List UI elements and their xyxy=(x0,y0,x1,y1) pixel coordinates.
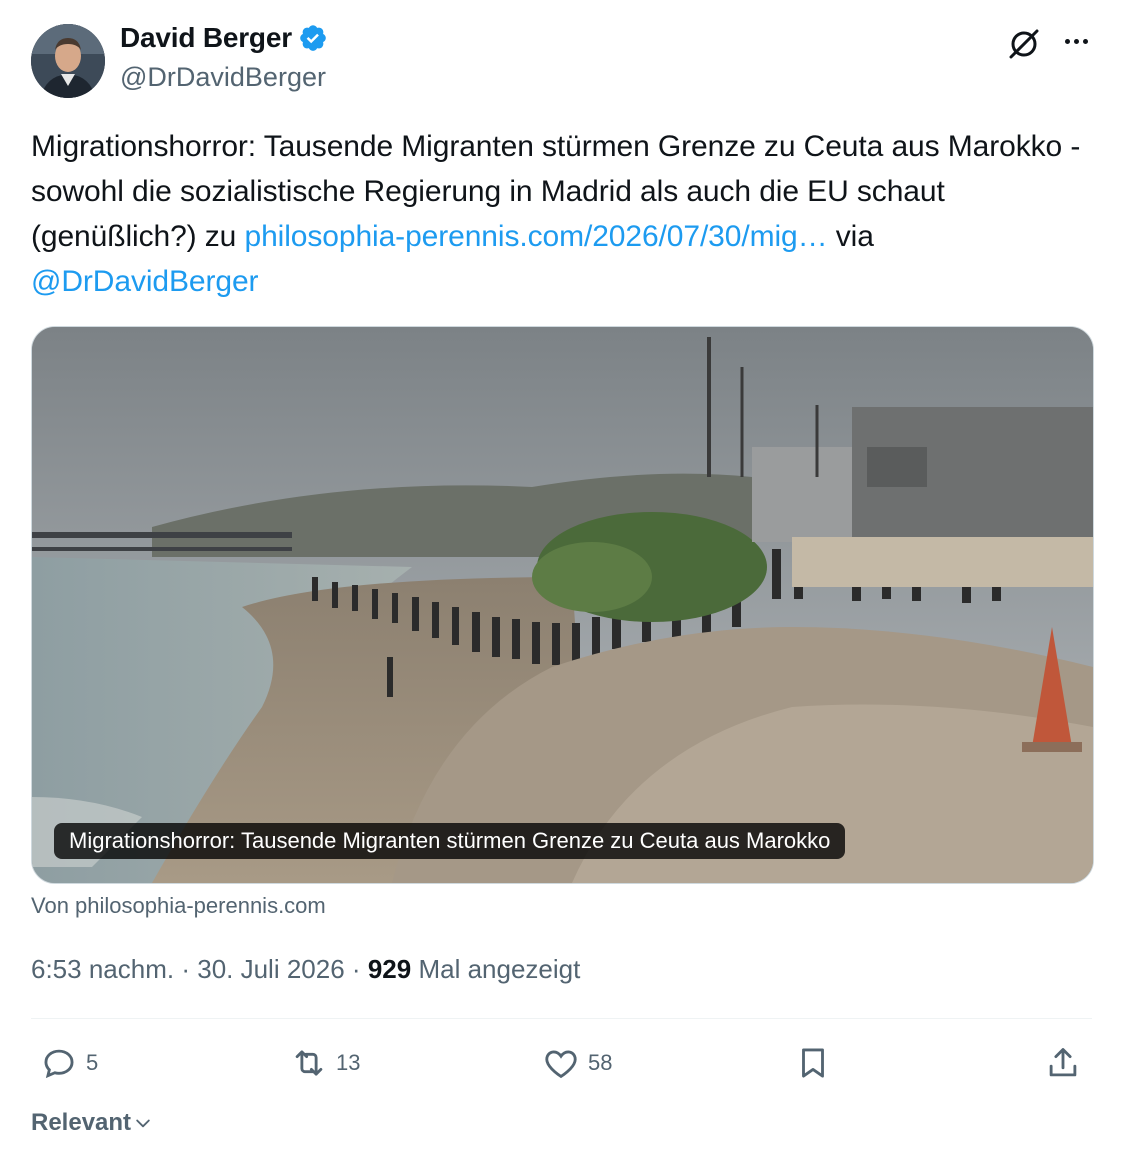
tweet-date[interactable]: 30. Juli 2026 xyxy=(197,954,344,984)
media-source[interactable]: Von philosophia-perennis.com xyxy=(31,893,326,919)
share-icon xyxy=(1049,1048,1077,1077)
reply-icon xyxy=(44,1049,74,1079)
share-button[interactable] xyxy=(1044,1044,1082,1082)
reply-count: 5 xyxy=(86,1050,99,1075)
tweet-text-via: via xyxy=(827,220,874,253)
reply-button[interactable]: 5 xyxy=(40,1044,98,1082)
meta-separator: · xyxy=(181,954,190,984)
sort-replies-dropdown[interactable]: Relevant xyxy=(31,1109,153,1137)
like-count: 58 xyxy=(588,1050,613,1075)
retweet-button[interactable]: 13 xyxy=(290,1044,360,1082)
bookmark-button[interactable] xyxy=(794,1044,832,1082)
dot xyxy=(1064,38,1070,44)
media-card-image[interactable] xyxy=(31,326,1094,884)
chevron-down-icon xyxy=(136,1119,150,1128)
tweet-meta: 6:53 nachm. · 30. Juli 2026 · 929 Mal an… xyxy=(31,954,580,985)
tweet-text: Migrationshorror: Tausende Migranten stü… xyxy=(31,124,1096,304)
divider xyxy=(31,1018,1092,1019)
more-options-icon[interactable] xyxy=(1058,26,1094,56)
author-handle[interactable]: @DrDavidBerger xyxy=(120,62,326,93)
dot xyxy=(1073,38,1079,44)
views-count: 929 xyxy=(367,954,412,984)
views-label: Mal angezeigt xyxy=(418,954,581,984)
avatar[interactable] xyxy=(31,24,105,98)
sort-label: Relevant xyxy=(31,1109,132,1136)
media-caption: Migrationshorror: Tausende Migranten stü… xyxy=(54,823,846,859)
author-display-name[interactable]: David Berger xyxy=(120,22,292,54)
tweet-time[interactable]: 6:53 nachm. xyxy=(31,954,174,984)
retweet-count: 13 xyxy=(336,1050,361,1075)
grok-icon[interactable] xyxy=(1006,26,1042,62)
verified-badge-icon xyxy=(300,25,326,51)
author-name-row: David Berger xyxy=(120,22,328,54)
dot xyxy=(1082,38,1088,44)
beach-photo xyxy=(32,327,1093,883)
like-button[interactable]: 58 xyxy=(542,1044,612,1082)
bookmark-icon xyxy=(802,1048,824,1078)
meta-separator: · xyxy=(351,954,361,984)
retweet-icon xyxy=(295,1050,323,1076)
article-link[interactable]: philosophia-perennis.com/2026/07/30/mig… xyxy=(245,220,828,253)
heart-icon xyxy=(545,1050,577,1079)
mention-link[interactable]: @DrDavidBerger xyxy=(31,265,259,298)
